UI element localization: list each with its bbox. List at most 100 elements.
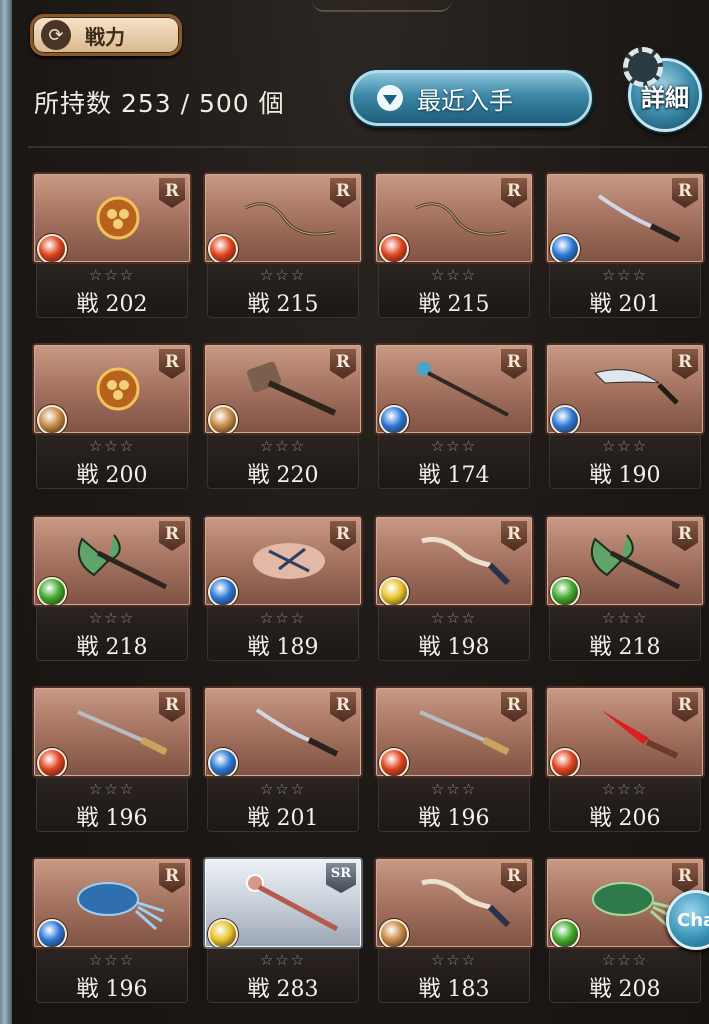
weapon-thumbnail: R <box>32 172 192 264</box>
weapon-card[interactable]: R ☆☆☆ 戦 189 <box>203 515 363 663</box>
bow-icon <box>244 202 336 236</box>
weapon-stats: ☆☆☆ 戦 174 <box>378 435 530 489</box>
combat-power: 戦 202 <box>76 292 148 317</box>
sort-label: 戦力 <box>85 24 125 49</box>
weapon-stats: ☆☆☆ 戦 198 <box>378 607 530 661</box>
uncap-stars: ☆☆☆ <box>430 437 478 455</box>
weapon-card[interactable]: R ☆☆☆ 戦 220 <box>203 343 363 491</box>
combat-power: 戦 174 <box>418 463 490 488</box>
uncap-stars: ☆☆☆ <box>259 780 307 798</box>
weapon-card[interactable]: R ☆☆☆ 戦 215 <box>203 172 363 320</box>
weapon-card[interactable]: R ☆☆☆ 戦 190 <box>545 343 705 491</box>
axe-green-icon <box>591 534 681 590</box>
detail-button[interactable]: 詳細 <box>623 47 702 132</box>
uncap-stars: ☆☆☆ <box>430 951 478 969</box>
combat-power: 戦 283 <box>247 977 319 1002</box>
weapon-stats: ☆☆☆ 戦 201 <box>207 778 359 832</box>
fire-element-icon <box>379 234 409 262</box>
weapon-card[interactable]: R ☆☆☆ 戦 200 <box>32 343 192 491</box>
combat-power: 戦 218 <box>76 635 148 660</box>
cycle-icon: ⟳ <box>41 20 71 50</box>
wind-element-icon <box>37 577 67 605</box>
water-element-icon <box>37 919 67 947</box>
weapon-card[interactable]: R ☆☆☆ 戦 183 <box>374 857 534 1005</box>
weapon-card[interactable]: R ☆☆☆ 戦 201 <box>545 172 705 320</box>
earth-element-icon <box>379 919 409 947</box>
combat-power: 戦 215 <box>418 292 490 317</box>
uncap-stars: ☆☆☆ <box>259 266 307 284</box>
fire-element-icon <box>208 234 238 262</box>
weapon-stats: ☆☆☆ 戦 196 <box>378 778 530 832</box>
weapon-thumbnail: R <box>203 515 363 607</box>
uncap-stars: ☆☆☆ <box>88 609 136 627</box>
kris-icon <box>421 878 510 928</box>
divider <box>28 146 708 148</box>
axe-gold-icon <box>96 196 140 240</box>
weapon-card[interactable]: R ☆☆☆ 戦 218 <box>545 515 705 663</box>
combat-power: 戦 200 <box>76 463 148 488</box>
weapon-thumbnail: R <box>32 343 192 435</box>
weapon-card[interactable]: SR ☆☆☆ 戦 283 <box>203 857 363 1005</box>
weapon-card[interactable]: R ☆☆☆ 戦 196 <box>374 686 534 834</box>
earth-element-icon <box>208 405 238 433</box>
triangle-down-icon <box>377 85 403 111</box>
weapon-card[interactable]: R ☆☆☆ 戦 215 <box>374 172 534 320</box>
weapon-card[interactable]: R ☆☆☆ 戦 202 <box>32 172 192 320</box>
uncap-stars: ☆☆☆ <box>601 951 649 969</box>
sort-button[interactable]: ⟳ 戦力 <box>30 14 182 56</box>
weapon-stats: ☆☆☆ 戦 196 <box>36 949 188 1003</box>
combat-power: 戦 190 <box>589 463 661 488</box>
water-element-icon <box>208 748 238 776</box>
weapon-card[interactable]: R ☆☆☆ 戦 201 <box>203 686 363 834</box>
staff-pink-icon <box>246 874 339 932</box>
fire-element-icon <box>37 748 67 776</box>
combat-power: 戦 218 <box>589 635 661 660</box>
weapon-card[interactable]: R ☆☆☆ 戦 196 <box>32 686 192 834</box>
dagger-red-icon <box>601 710 679 759</box>
detail-label: 詳細 <box>641 83 689 112</box>
weapon-card[interactable]: R ☆☆☆ 戦 174 <box>374 343 534 491</box>
wind-element-icon <box>550 919 580 947</box>
uncap-stars: ☆☆☆ <box>88 266 136 284</box>
combat-power: 戦 206 <box>589 806 661 831</box>
filter-dropdown-button[interactable]: 最近入手 <box>350 70 592 126</box>
weapon-card[interactable]: R ☆☆☆ 戦 218 <box>32 515 192 663</box>
weapon-thumbnail: R <box>374 172 534 264</box>
weapon-thumbnail: R <box>545 515 705 607</box>
weapon-card[interactable]: R ☆☆☆ 戦 196 <box>32 857 192 1005</box>
weapon-thumbnail: R <box>203 686 363 778</box>
water-element-icon <box>550 234 580 262</box>
uncap-stars: ☆☆☆ <box>430 266 478 284</box>
hammer-icon <box>246 361 337 416</box>
weapon-card[interactable]: R ☆☆☆ 戦 206 <box>545 686 705 834</box>
uncap-stars: ☆☆☆ <box>259 951 307 969</box>
gauntlet-blue-icon <box>77 882 165 931</box>
uncap-stars: ☆☆☆ <box>601 437 649 455</box>
uncap-stars: ☆☆☆ <box>601 609 649 627</box>
weapon-thumbnail: SR <box>203 857 363 949</box>
weapon-stats: ☆☆☆ 戦 201 <box>549 264 701 318</box>
chat-label: Cha <box>677 909 709 931</box>
weapon-card[interactable]: R ☆☆☆ 戦 198 <box>374 515 534 663</box>
fist-icon <box>253 543 325 579</box>
weapon-thumbnail: R <box>374 686 534 778</box>
weapon-thumbnail: R <box>374 343 534 435</box>
weapon-thumbnail: R <box>545 343 705 435</box>
uncap-stars: ☆☆☆ <box>430 780 478 798</box>
combat-power: 戦 198 <box>418 635 490 660</box>
combat-power: 戦 201 <box>589 292 661 317</box>
combat-power: 戦 183 <box>418 977 490 1002</box>
combat-power: 戦 201 <box>247 806 319 831</box>
weapon-stats: ☆☆☆ 戦 190 <box>549 435 701 489</box>
fire-element-icon <box>379 748 409 776</box>
wind-element-icon <box>550 577 580 605</box>
combat-power: 戦 196 <box>418 806 490 831</box>
weapon-stats: ☆☆☆ 戦 220 <box>207 435 359 489</box>
staff-icon <box>417 362 509 417</box>
weapon-stats: ☆☆☆ 戦 200 <box>36 435 188 489</box>
combat-power: 戦 189 <box>247 635 319 660</box>
weapon-stats: ☆☆☆ 戦 283 <box>207 949 359 1003</box>
uncap-stars: ☆☆☆ <box>88 951 136 969</box>
fire-element-icon <box>37 234 67 262</box>
uncap-stars: ☆☆☆ <box>601 266 649 284</box>
